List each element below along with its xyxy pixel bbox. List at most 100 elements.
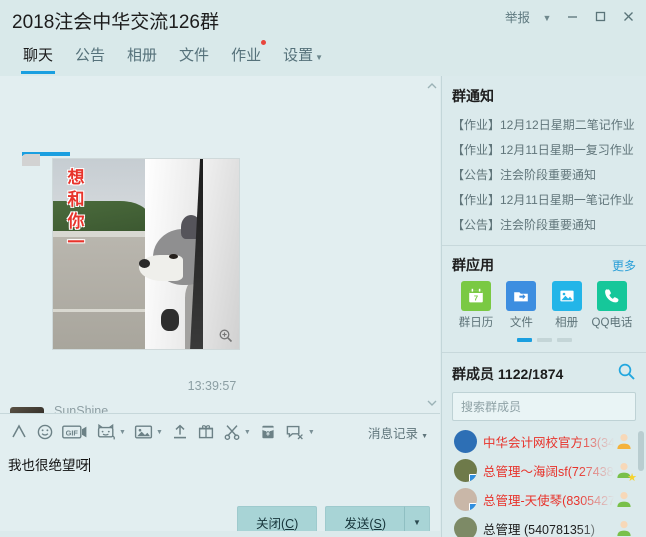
notification-dot-icon <box>261 40 267 45</box>
member-role-icon <box>614 489 636 511</box>
chevron-down-icon: ▼ <box>315 53 324 62</box>
image-icon[interactable]: ▼ <box>130 419 167 445</box>
close-button-label: 关闭( <box>255 517 286 531</box>
app-label: 相册 <box>555 317 579 329</box>
scissors-icon[interactable]: ▼ <box>219 419 255 445</box>
group-apps-grid: 7 群日历 文件 相册 QQ电话 <box>452 279 636 334</box>
message-input-area: GIF ▼ ▼ ▼ ¥ ▼ 消息记录 ▼ 我也很绝望呀 关闭(C) 发送(S) … <box>0 413 440 537</box>
member-name: 中华会计网校官方13(34 <box>483 436 614 450</box>
tab-chat[interactable]: 聊天 <box>12 42 64 74</box>
image-overlay-text: 想和你一 <box>67 168 85 253</box>
tab-announcement[interactable]: 公告 <box>64 42 116 65</box>
group-apps-header: 群应用 更多 <box>452 246 636 279</box>
pagination-dot-1[interactable] <box>516 338 532 342</box>
maximize-icon[interactable] <box>586 5 614 29</box>
member-search-wrap: 搜索群成员 <box>452 392 636 427</box>
gift-icon[interactable] <box>193 419 219 445</box>
chevron-up-icon[interactable] <box>425 79 439 93</box>
list-item[interactable]: 总管理 (540781351) <box>452 514 636 537</box>
member-role-icon: ★ <box>614 460 637 484</box>
list-item[interactable]: 【作业】12月11日星期一笔记作业 <box>452 187 636 212</box>
redpacket-icon[interactable]: ¥ <box>255 419 281 445</box>
search-icon[interactable] <box>617 362 636 386</box>
group-notice-title: 群通知 <box>452 88 494 104</box>
tab-settings[interactable]: 设置 ▼ <box>272 42 334 65</box>
chevron-down-icon: ▼ <box>119 428 126 436</box>
search-input[interactable]: 搜索群成员 <box>452 392 636 421</box>
send-button-accel: S <box>373 517 382 531</box>
title-bar: 2018注会中华交流126群 举报 ▼ <box>0 0 646 42</box>
send-button-suffix: ) <box>381 517 386 531</box>
chat-message-list[interactable]: 想和你一 13:39:57 SunShine 考了一场不出成绩的考试，干得漂亮 <box>0 76 440 413</box>
tab-label: 作业 <box>231 47 262 64</box>
message-timestamp: 13:39:57 <box>187 379 237 393</box>
chevron-down-icon: ▼ <box>243 428 251 436</box>
avatar[interactable] <box>454 459 477 482</box>
emoji-icon[interactable] <box>32 419 58 445</box>
upload-file-icon[interactable] <box>167 419 193 445</box>
list-item[interactable]: 总管理-天使琴(8305427 <box>452 485 636 514</box>
device-badge-icon <box>469 474 477 482</box>
list-item[interactable]: 总管理～海阔sf(7274385 ★ <box>452 456 637 485</box>
list-item[interactable]: 【公告】注会阶段重要通知 <box>452 162 636 187</box>
app-label: 文件 <box>509 317 533 329</box>
chevron-down-icon[interactable] <box>425 396 439 410</box>
group-apps-title: 群应用 <box>452 257 494 273</box>
apps-pagination[interactable] <box>452 334 636 350</box>
chevron-down-icon: ▼ <box>155 428 163 436</box>
tab-label: 文件 <box>179 47 210 64</box>
gif-icon[interactable]: GIF <box>58 419 92 445</box>
list-item[interactable]: 【公告】注会阶段重要通知 <box>452 212 636 237</box>
app-album[interactable]: 相册 <box>545 281 589 330</box>
member-list-scrollbar[interactable] <box>638 431 644 471</box>
message-history-button[interactable]: 消息记录 ▼ <box>368 423 440 442</box>
chevron-down-icon: ▼ <box>307 428 315 436</box>
report-button[interactable]: 举报 <box>499 4 536 29</box>
tab-album[interactable]: 相册 <box>116 42 168 65</box>
group-member-list[interactable]: 中华会计网校官方13(34 总管理～海阔sf(7274385 ★ 总管理-天使琴… <box>452 427 644 537</box>
qq-group-chat-window: 2018注会中华交流126群 举报 ▼ 聊天 公告 相册 文件 作业 设置▼ <box>0 0 646 537</box>
close-icon[interactable] <box>614 5 642 29</box>
file-share-icon <box>506 281 537 311</box>
group-sidebar: 群通知 【作业】12月12日星期二笔记作业 【作业】12月11日星期一复习作业 … <box>441 76 646 537</box>
minimize-icon[interactable] <box>558 5 586 29</box>
avatar[interactable] <box>454 517 477 537</box>
list-item[interactable]: 【作业】12月11日星期一复习作业 <box>452 137 636 162</box>
group-members-title: 群成员 1122/1874 <box>452 364 563 384</box>
group-members-header: 群成员 1122/1874 <box>452 353 636 392</box>
text-cursor <box>89 458 90 472</box>
send-button-label: 发送( <box>344 517 374 531</box>
tab-files[interactable]: 文件 <box>168 42 220 65</box>
avatar[interactable] <box>454 430 477 453</box>
tab-label: 相册 <box>127 47 158 64</box>
pagination-dot-2[interactable] <box>536 338 552 342</box>
svg-text:¥: ¥ <box>266 431 270 438</box>
app-qq-call[interactable]: QQ电话 <box>590 281 634 330</box>
input-toolbar: GIF ▼ ▼ ▼ ¥ ▼ 消息记录 ▼ <box>0 416 440 448</box>
photo-icon <box>551 281 582 311</box>
sticker-cat-icon[interactable]: ▼ <box>92 419 130 445</box>
shake-window-icon[interactable]: ▼ <box>281 419 319 445</box>
member-role-icon <box>614 431 636 453</box>
avatar[interactable] <box>454 488 477 511</box>
app-group-calendar[interactable]: 7 群日历 <box>454 281 498 330</box>
pagination-dot-3[interactable] <box>556 338 572 342</box>
window-controls: 举报 ▼ <box>499 4 642 29</box>
image-message[interactable]: 想和你一 <box>52 158 240 350</box>
message-input[interactable]: 我也很绝望呀 <box>0 450 440 502</box>
chevron-down-icon[interactable]: ▼ <box>536 11 558 23</box>
members-count: 1122/1874 <box>497 366 564 382</box>
chat-scrollbar[interactable] <box>424 76 440 413</box>
font-icon[interactable] <box>6 419 32 445</box>
tab-label: 设置 <box>283 47 314 64</box>
app-files[interactable]: 文件 <box>499 281 543 330</box>
star-icon: ★ <box>627 471 637 484</box>
app-label: QQ电话 <box>591 317 633 329</box>
tab-homework[interactable]: 作业 <box>220 40 272 65</box>
chevron-down-icon: ▼ <box>421 432 428 440</box>
close-button-accel: C <box>285 517 295 531</box>
apps-more-link[interactable]: 更多 <box>612 257 636 274</box>
magnifier-plus-icon[interactable] <box>218 328 233 343</box>
list-item[interactable]: 【作业】12月12日星期二笔记作业 <box>452 112 636 137</box>
list-item[interactable]: 中华会计网校官方13(34 <box>452 427 644 471</box>
